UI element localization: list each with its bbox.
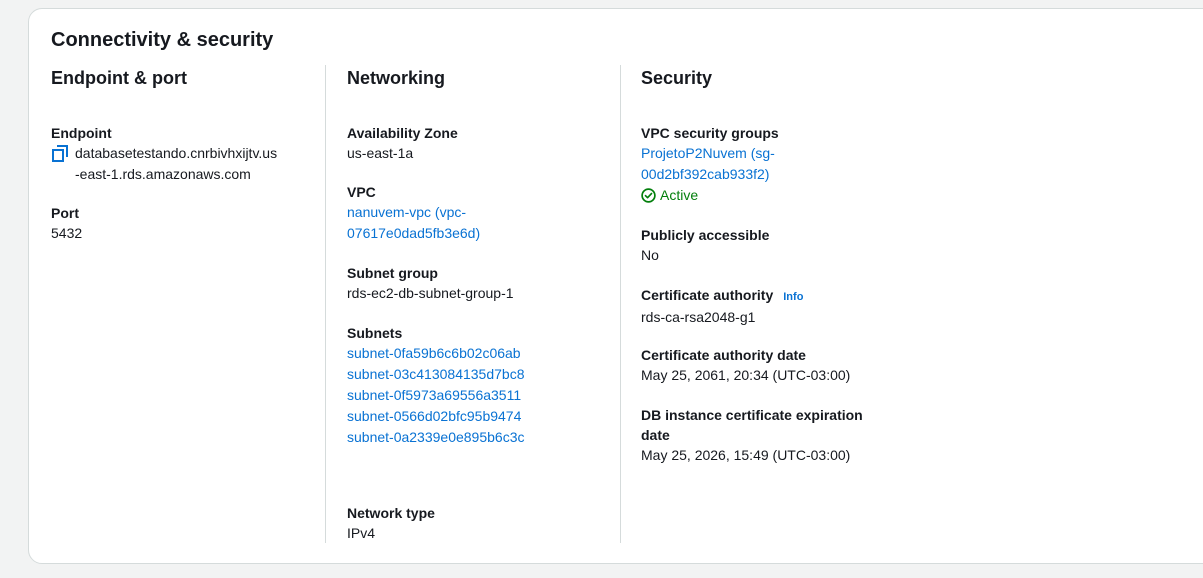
- certificate-authority-date-field: Certificate authority date May 25, 2061,…: [641, 345, 931, 386]
- endpoint-value: databasetestando.cnrbivhxijtv.us -east-1…: [75, 143, 277, 185]
- port-label: Port: [51, 205, 79, 221]
- certificate-authority-date-label: Certificate authority date: [641, 347, 806, 363]
- card-title: Connectivity & security: [51, 29, 274, 51]
- networking-column: Networking Availability Zone us-east-1a …: [347, 65, 617, 541]
- vpc-link-line[interactable]: nanuvem-vpc (vpc-: [347, 202, 617, 223]
- security-group-status-text: Active: [660, 187, 699, 203]
- subnet-group-value: rds-ec2-db-subnet-group-1: [347, 285, 514, 301]
- networking-title: Networking: [347, 68, 446, 88]
- certificate-authority-date-value: May 25, 2061, 20:34 (UTC-03:00): [641, 367, 851, 383]
- subnets-field: Subnets subnet-0fa59b6c6b02c06ab subnet-…: [347, 323, 617, 448]
- vpc-field: VPC nanuvem-vpc (vpc- 07617e0dad5fb3e6d): [347, 182, 617, 244]
- publicly-accessible-label: Publicly accessible: [641, 227, 770, 243]
- security-group-link-line[interactable]: 00d2bf392cab933f2): [641, 164, 931, 185]
- vpc-link-line[interactable]: 07617e0dad5fb3e6d): [347, 223, 617, 244]
- endpoint-value-line: -east-1.rds.amazonaws.com: [75, 166, 251, 182]
- certificate-authority-label: Certificate authority: [641, 287, 774, 303]
- certificate-authority-field: Certificate authority Info rds-ca-rsa2048…: [641, 285, 931, 328]
- endpoint-value-line: databasetestando.cnrbivhxijtv.us: [75, 145, 278, 161]
- subnet-link[interactable]: subnet-0566d02bfc95b9474: [347, 406, 617, 427]
- security-group-link[interactable]: ProjetoP2Nuvem (sg- 00d2bf392cab933f2): [641, 143, 931, 185]
- certificate-authority-label-row: Certificate authority Info: [641, 285, 931, 307]
- check-circle-icon: [641, 188, 656, 203]
- security-title: Security: [641, 68, 713, 88]
- publicly-accessible-value: No: [641, 247, 659, 263]
- network-type-label: Network type: [347, 505, 435, 521]
- copy-icon[interactable]: [51, 145, 69, 163]
- port-field: Port 5432: [51, 203, 321, 244]
- endpoint-field: Endpoint databasetestando.cnrbivhxijtv.u…: [51, 123, 321, 185]
- network-type-value: IPv4: [347, 525, 376, 541]
- endpoint-port-column: Endpoint & port Endpoint databasetestand…: [51, 65, 321, 241]
- port-value: 5432: [51, 225, 83, 241]
- subnet-link[interactable]: subnet-0a2339e0e895b6c3c: [347, 427, 617, 448]
- certificate-expiration-label-line: date: [641, 427, 670, 443]
- vpc-link[interactable]: nanuvem-vpc (vpc- 07617e0dad5fb3e6d): [347, 202, 617, 244]
- security-group-link-line[interactable]: ProjetoP2Nuvem (sg-: [641, 143, 931, 164]
- certificate-authority-info-link[interactable]: Info: [783, 291, 803, 303]
- column-divider: [325, 65, 326, 543]
- publicly-accessible-field: Publicly accessible No: [641, 225, 931, 266]
- vpc-security-groups-label: VPC security groups: [641, 125, 779, 141]
- endpoint-value-row: databasetestando.cnrbivhxijtv.us -east-1…: [51, 143, 321, 185]
- subnets-label: Subnets: [347, 325, 403, 341]
- security-column: Security VPC security groups ProjetoP2Nu…: [641, 65, 931, 463]
- column-divider: [620, 65, 621, 543]
- subnet-group-label: Subnet group: [347, 265, 438, 281]
- availability-zone-field: Availability Zone us-east-1a: [347, 123, 617, 164]
- subnet-group-field: Subnet group rds-ec2-db-subnet-group-1: [347, 263, 617, 304]
- subnet-link[interactable]: subnet-0fa59b6c6b02c06ab: [347, 343, 617, 364]
- security-group-status: Active: [641, 185, 931, 206]
- availability-zone-label: Availability Zone: [347, 125, 458, 141]
- endpoint-label: Endpoint: [51, 125, 112, 141]
- endpoint-port-title: Endpoint & port: [51, 68, 187, 88]
- certificate-authority-value: rds-ca-rsa2048-g1: [641, 309, 756, 325]
- connectivity-security-card: Connectivity & security Endpoint & port …: [28, 8, 1203, 564]
- certificate-expiration-value: May 25, 2026, 15:49 (UTC-03:00): [641, 447, 851, 463]
- certificate-expiration-field: DB instance certificate expiration date …: [641, 405, 931, 466]
- vpc-security-groups-field: VPC security groups ProjetoP2Nuvem (sg- …: [641, 123, 931, 206]
- certificate-expiration-label-line: DB instance certificate expiration: [641, 407, 863, 423]
- vpc-label: VPC: [347, 184, 376, 200]
- network-type-field: Network type IPv4: [347, 503, 617, 544]
- subnet-link[interactable]: subnet-0f5973a69556a3511: [347, 385, 617, 406]
- subnet-link[interactable]: subnet-03c413084135d7bc8: [347, 364, 617, 385]
- availability-zone-value: us-east-1a: [347, 145, 414, 161]
